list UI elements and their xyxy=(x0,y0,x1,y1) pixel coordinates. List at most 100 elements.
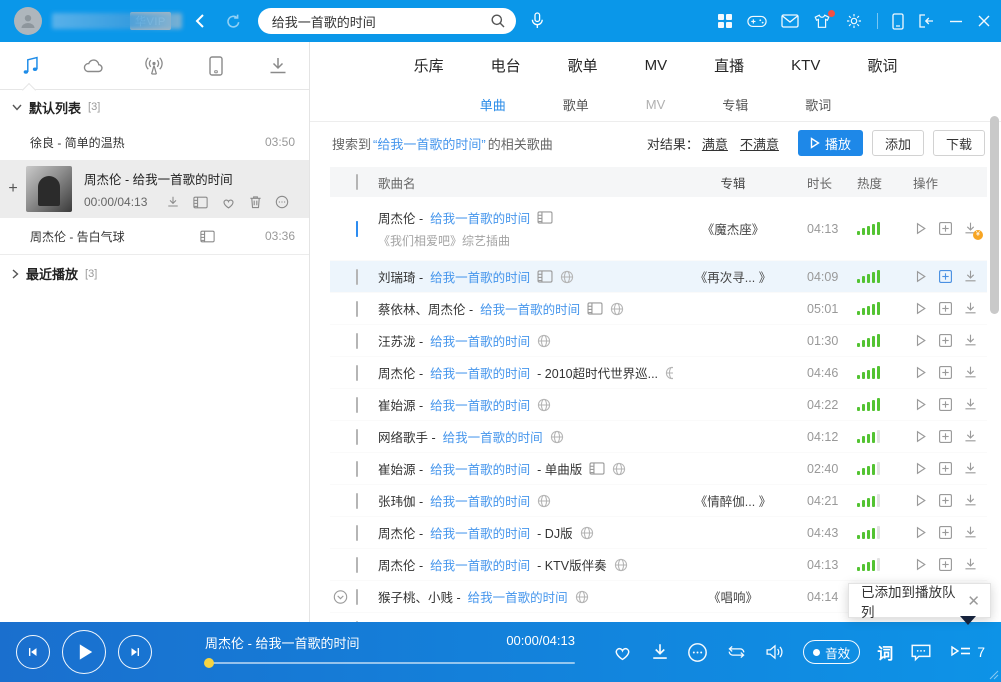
add-to-playlist-icon[interactable] xyxy=(938,397,953,412)
play-all-button[interactable]: 播放 xyxy=(798,130,863,156)
refresh-icon[interactable] xyxy=(225,13,242,30)
mv-icon[interactable] xyxy=(537,211,553,224)
song-row[interactable]: 网络歌手 - 给我一首歌的时间04:12 xyxy=(330,421,987,453)
more-icon[interactable] xyxy=(687,642,708,663)
song-name-link[interactable]: 给我一首歌的时间 xyxy=(430,331,530,350)
row-checkbox[interactable] xyxy=(356,429,358,445)
tab-songlist[interactable]: 歌单 xyxy=(568,55,598,76)
download-tab-icon[interactable] xyxy=(247,55,309,77)
mv-icon[interactable] xyxy=(589,462,605,475)
feedback-like-link[interactable]: 满意 xyxy=(702,134,728,153)
volume-icon[interactable] xyxy=(765,643,786,661)
loop-icon[interactable] xyxy=(725,643,748,661)
tab-lyrics[interactable]: 歌词 xyxy=(867,55,897,76)
radio-tab-icon[interactable] xyxy=(124,55,186,77)
device-icon[interactable] xyxy=(892,13,904,30)
source-globe-icon[interactable] xyxy=(575,590,589,604)
add-to-playlist-icon[interactable] xyxy=(938,429,953,444)
play-icon[interactable] xyxy=(913,525,928,540)
progress-knob[interactable] xyxy=(204,658,214,668)
sound-effect-button[interactable]: 音效 xyxy=(803,640,860,664)
song-row[interactable]: 刘瑞琦 - 给我一首歌的时间《再次寻... 》04:09 xyxy=(330,261,987,293)
song-row[interactable]: 汪苏泷 - 给我一首歌的时间01:30 xyxy=(330,325,987,357)
download-icon[interactable] xyxy=(963,301,978,316)
song-name-link[interactable]: 给我一首歌的时间 xyxy=(468,587,568,606)
more-icon[interactable] xyxy=(275,195,289,209)
song-name-link[interactable]: 给我一首歌的时间 xyxy=(430,459,530,478)
voice-search-icon[interactable] xyxy=(528,11,546,31)
heart-icon[interactable] xyxy=(221,196,236,209)
song-name-link[interactable]: 给我一首歌的时间 xyxy=(430,267,530,286)
minimize-icon[interactable] xyxy=(949,14,963,28)
add-to-playlist-icon[interactable] xyxy=(938,269,953,284)
song-row[interactable]: 周杰伦 - 给我一首歌的时间 - 2010超时代世界巡...04:46 xyxy=(330,357,987,389)
search-icon[interactable] xyxy=(490,13,506,29)
game-icon[interactable] xyxy=(747,13,767,29)
source-globe-icon[interactable] xyxy=(537,494,551,508)
progress-bar[interactable] xyxy=(205,662,575,664)
song-name-link[interactable]: 给我一首歌的时间 xyxy=(430,395,530,414)
row-checkbox[interactable] xyxy=(356,269,358,285)
source-globe-icon[interactable] xyxy=(537,334,551,348)
play-icon[interactable] xyxy=(913,397,928,412)
mv-icon[interactable] xyxy=(200,230,215,243)
add-to-playlist-icon[interactable] xyxy=(938,221,953,236)
source-globe-icon[interactable] xyxy=(612,462,626,476)
song-row[interactable]: 崔始源 - 给我一首歌的时间04:22 xyxy=(330,389,987,421)
download-icon[interactable] xyxy=(963,461,978,476)
download-icon[interactable] xyxy=(963,365,978,380)
row-checkbox[interactable] xyxy=(356,365,358,381)
search-box[interactable] xyxy=(258,8,516,34)
select-all-checkbox[interactable] xyxy=(356,174,358,190)
tab-mv[interactable]: MV xyxy=(645,57,668,74)
lyrics-button[interactable]: 词 xyxy=(877,640,893,664)
row-checkbox[interactable] xyxy=(356,301,358,317)
source-globe-icon[interactable] xyxy=(614,558,628,572)
download-icon[interactable] xyxy=(650,642,670,662)
download-icon[interactable]: ¥ xyxy=(963,221,978,236)
source-globe-icon[interactable] xyxy=(580,526,594,540)
subtab-lyrics[interactable]: 歌词 xyxy=(805,95,831,114)
music-tab-icon[interactable] xyxy=(0,55,62,77)
phone-tab-icon[interactable] xyxy=(185,55,247,77)
subtab-songlist[interactable]: 歌单 xyxy=(563,95,589,114)
skin-tshirt-icon[interactable] xyxy=(813,13,831,30)
download-icon[interactable] xyxy=(963,493,978,508)
album-art[interactable] xyxy=(26,166,72,212)
download-icon[interactable] xyxy=(963,269,978,284)
song-row[interactable]: 崔始源 - 给我一首歌的时间 - 单曲版02:40 xyxy=(330,453,987,485)
play-button[interactable] xyxy=(62,630,106,674)
row-checkbox[interactable] xyxy=(356,557,358,573)
song-name-link[interactable]: 给我一首歌的时间 xyxy=(430,363,530,382)
download-icon[interactable] xyxy=(166,195,180,209)
play-icon[interactable] xyxy=(913,221,928,236)
row-checkbox[interactable] xyxy=(356,525,358,541)
row-checkbox[interactable] xyxy=(356,493,358,509)
song-name-link[interactable]: 给我一首歌的时间 xyxy=(430,208,530,227)
mv-icon[interactable] xyxy=(587,302,603,315)
avatar[interactable] xyxy=(14,7,42,35)
plus-icon[interactable]: + xyxy=(0,180,26,198)
playlist-song-1[interactable]: 徐良 - 简单的温热 03:50 xyxy=(0,124,309,160)
add-button[interactable]: 添加 xyxy=(872,130,924,156)
playlist-song-3[interactable]: 周杰伦 - 告白气球 03:36 xyxy=(0,218,309,254)
feedback-dislike-link[interactable]: 不满意 xyxy=(740,134,779,153)
default-playlist-header[interactable]: 默认列表 [3] xyxy=(0,90,309,124)
row-checkbox[interactable] xyxy=(356,221,358,237)
download-button[interactable]: 下载 xyxy=(933,130,985,156)
apps-grid-icon[interactable] xyxy=(717,13,733,29)
row-checkbox[interactable] xyxy=(356,333,358,349)
source-globe-icon[interactable] xyxy=(560,270,574,284)
download-icon[interactable] xyxy=(963,333,978,348)
play-icon[interactable] xyxy=(913,269,928,284)
download-icon[interactable] xyxy=(963,525,978,540)
heart-icon[interactable] xyxy=(612,643,633,661)
play-icon[interactable] xyxy=(913,301,928,316)
song-row[interactable]: 周杰伦 - 给我一首歌的时间 - DJ版04:43 xyxy=(330,517,987,549)
previous-button[interactable] xyxy=(16,635,50,669)
play-queue-button[interactable]: 7 xyxy=(949,643,985,661)
settings-gear-icon[interactable] xyxy=(845,12,863,30)
back-icon[interactable] xyxy=(193,13,207,29)
subtab-album[interactable]: 专辑 xyxy=(722,95,748,114)
trash-icon[interactable] xyxy=(249,195,262,209)
